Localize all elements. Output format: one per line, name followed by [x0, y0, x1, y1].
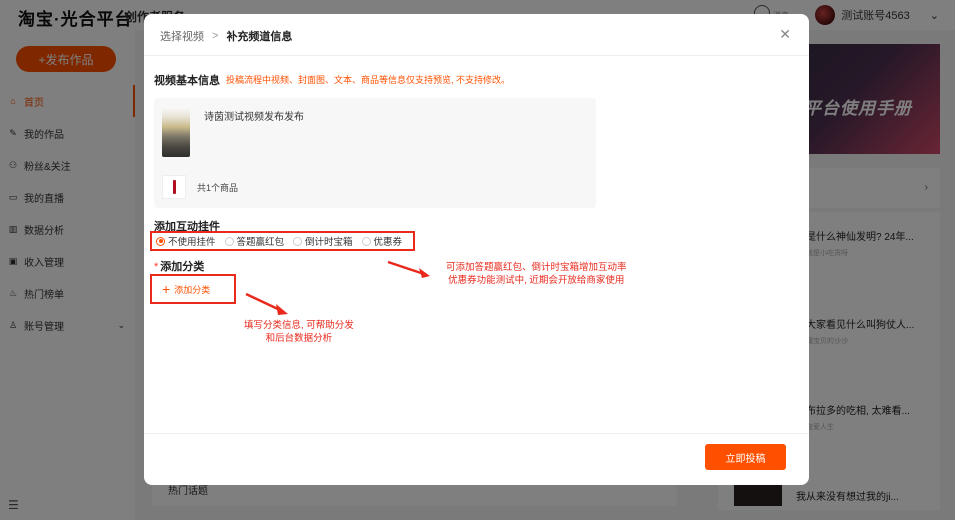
radio-label: 倒计时宝箱	[305, 237, 353, 248]
radio-label: 不使用挂件	[168, 237, 216, 248]
add-category-label: 添加分类	[174, 284, 211, 295]
radio-unchecked-icon[interactable]	[293, 236, 303, 246]
annotation-line: 填写分类信息, 可帮助分发	[244, 320, 354, 331]
video-title: 诗茵测试视频发布发布	[204, 112, 304, 123]
add-category-button[interactable]: + 添加分类	[150, 274, 236, 304]
breadcrumb-separator: >	[212, 30, 219, 42]
plus-icon: +	[162, 281, 171, 297]
annotation-line: 优惠券功能测试中, 近期会开放给商家使用	[448, 274, 625, 286]
basic-info-title: 视频基本信息	[154, 75, 220, 87]
category-title-text: 添加分类	[160, 261, 205, 273]
category-section-title: * 添加分类	[154, 258, 204, 274]
annotation-arrow-icon	[245, 292, 288, 315]
radio-label: 优惠券	[373, 237, 403, 248]
video-thumbnail	[162, 107, 190, 157]
radio-unchecked-icon[interactable]	[361, 236, 371, 246]
radio-checked-icon[interactable]	[156, 236, 165, 246]
breadcrumb-select-video[interactable]: 选择视频	[160, 28, 204, 44]
radio-label: 答题赢红包	[236, 237, 285, 248]
annotation-line: 和后台数据分析	[265, 332, 333, 344]
dialog-header: 选择视频 > 补充频道信息 ✕	[144, 14, 809, 56]
breadcrumb-current: 补充频道信息	[226, 31, 293, 43]
radio-no-widget[interactable]: 不使用挂件	[156, 234, 216, 248]
radio-countdown-box[interactable]: 倒计时宝箱	[293, 234, 353, 248]
product-count: 共1个商品	[197, 183, 239, 193]
close-icon[interactable]: ✕	[779, 26, 791, 43]
submit-button[interactable]: 立即投稿	[705, 444, 786, 470]
widget-annotation: 可添加答题赢红包、倒计时宝箱增加互动率 优惠券功能测试中, 近期会开放给商家使用	[446, 262, 627, 288]
annotation-arrow-icon	[387, 260, 430, 278]
category-annotation: 填写分类信息, 可帮助分发 和后台数据分析	[244, 320, 354, 346]
annotation-line: 可添加答题赢红包、倒计时宝箱增加互动率	[446, 262, 627, 273]
radio-coupon[interactable]: 优惠券	[361, 234, 403, 248]
required-mark: *	[154, 261, 159, 273]
basic-info-note: 投稿流程中视频、封面图、文本、商品等信息仅支持预览, 不支持修改。	[226, 75, 511, 85]
radio-quiz-redpacket[interactable]: 答题赢红包	[224, 234, 285, 248]
radio-unchecked-icon[interactable]	[224, 236, 234, 246]
submit-dialog: 选择视频 > 补充频道信息 ✕ 视频基本信息 投稿流程中视频、封面图、文本、商品…	[144, 14, 809, 485]
widget-radio-group: 不使用挂件 答题赢红包 倒计时宝箱 优惠券	[150, 231, 415, 251]
product-thumbnail	[162, 175, 186, 199]
breadcrumb: 选择视频 > 补充频道信息	[160, 28, 292, 44]
video-preview-card: 诗茵测试视频发布发布 共1个商品	[154, 98, 596, 208]
